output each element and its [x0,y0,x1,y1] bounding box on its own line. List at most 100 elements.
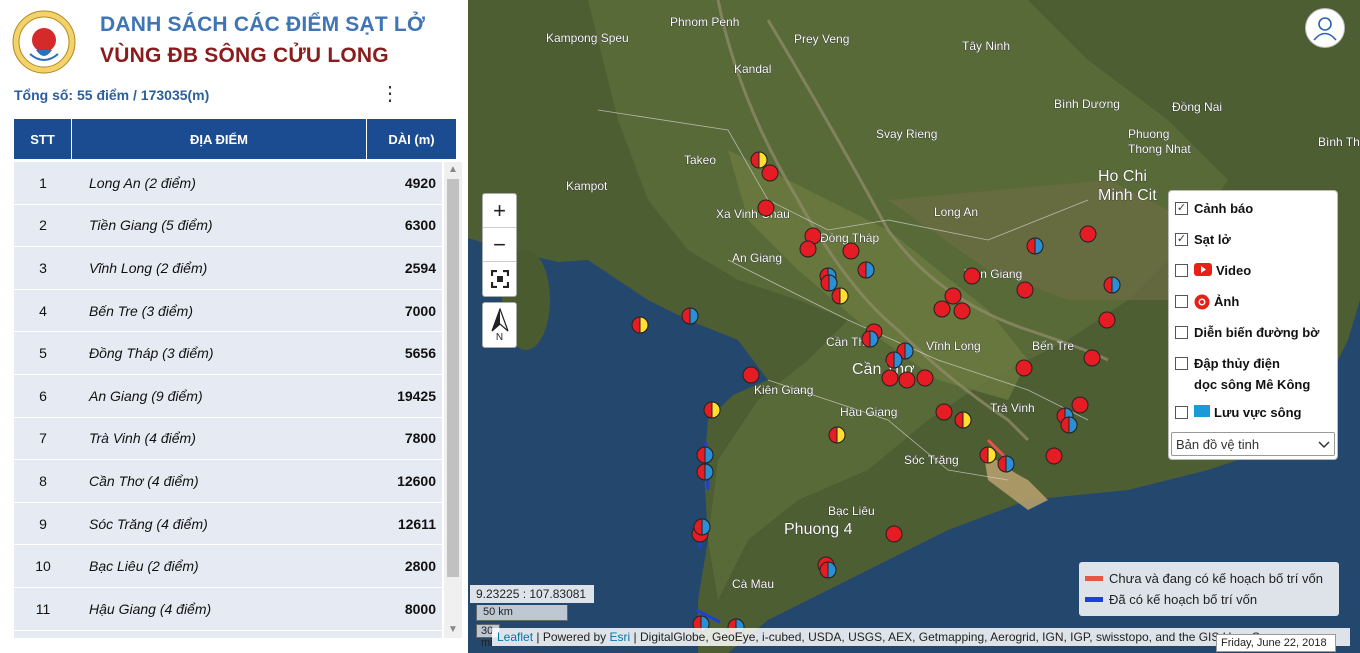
table-scrollbar[interactable]: ▲ ▼ [444,162,462,638]
svg-text:Đồng Nai: Đồng Nai [1172,100,1222,114]
row-location[interactable]: Sóc Trăng (4 điểm) [72,516,352,532]
svg-text:Svay Rieng: Svay Rieng [876,127,937,141]
row-length: 4920 [404,174,436,191]
camera-icon [1194,294,1210,313]
zoom-control: + − [482,193,517,297]
row-location[interactable]: Bến Tre (3 điểm) [72,303,352,319]
fullscreen-button[interactable] [483,262,516,296]
table-row[interactable]: 1 Long An (2 điểm) 4920 [14,162,442,205]
cursor-coordinates: 9.23225 : 107.83081 [470,585,594,603]
table-header: STT ĐỊA ĐIỂM DÀI (m) [14,119,456,159]
layer-toggle-shoreline[interactable]: Diễn biến đường bờ [1175,325,1337,356]
row-location[interactable]: Hậu Giang (4 điểm) [72,601,352,617]
table-row[interactable]: 11 Hậu Giang (4 điểm) 8000 [14,588,442,631]
scroll-thumb[interactable] [447,179,459,577]
row-stt: 9 [39,515,47,532]
svg-text:Bến Tre: Bến Tre [1032,339,1074,353]
svg-text:Phuong 4: Phuong 4 [784,521,853,538]
user-account-button[interactable] [1305,8,1345,48]
chevron-down-icon [1318,437,1330,452]
row-stt: 4 [39,302,47,319]
row-stt: 1 [39,174,47,191]
svg-text:Trà Vinh: Trà Vinh [990,401,1035,415]
row-length: 7800 [404,430,436,447]
legend-swatch-red [1085,576,1103,581]
row-location[interactable]: Tiền Giang (5 điểm) [72,217,352,233]
table-row[interactable]: 9 Sóc Trăng (4 điểm) 12611 [14,503,442,546]
svg-text:Kiên Giang: Kiên Giang [754,383,813,397]
column-header-stt[interactable]: STT [14,119,72,159]
table-row[interactable]: 6 An Giang (9 điểm) 19425 [14,375,442,418]
layer-toggle-video[interactable]: Video [1175,263,1337,294]
svg-text:Hậu Giang: Hậu Giang [840,405,897,419]
basemap-select[interactable]: Bản đồ vệ tinh [1171,432,1335,456]
row-location[interactable]: An Giang (9 điểm) [72,388,352,404]
checkbox-icon[interactable] [1175,406,1188,419]
table-row[interactable]: 5 Đồng Tháp (3 điểm) 5656 [14,332,442,375]
svg-text:Kampong Speu: Kampong Speu [546,31,629,45]
layer-toggle-landslide[interactable]: ✓ Sạt lở [1175,232,1337,263]
total-summary: Tổng số: 55 điểm / 173035(m) [14,87,210,103]
more-vertical-icon[interactable]: ⋮ [380,84,400,106]
svg-text:An Giang: An Giang [732,251,782,265]
svg-text:Phnom Penh: Phnom Penh [670,15,739,29]
column-header-length[interactable]: DÀI (m) [367,119,456,159]
north-arrow-button[interactable]: N [482,302,517,348]
svg-text:Vĩnh Long: Vĩnh Long [926,339,981,353]
row-location[interactable]: Bạc Liêu (2 điểm) [72,558,352,574]
scroll-down-icon[interactable]: ▼ [444,622,462,638]
row-stt: 7 [39,430,47,447]
row-stt: 11 [35,600,51,617]
layer-toggle-warning[interactable]: ✓ Cảnh báo [1175,201,1337,232]
layer-toggle-photo[interactable]: Ảnh [1175,294,1337,325]
svg-text:Phuong: Phuong [1128,127,1169,141]
svg-text:Takeo: Takeo [684,153,716,167]
table-row[interactable]: 7 Trà Vinh (4 điểm) 7800 [14,418,442,461]
row-location[interactable]: Vĩnh Long (2 điểm) [72,260,352,276]
checkbox-icon[interactable] [1175,295,1188,308]
checkbox-icon[interactable] [1175,326,1188,339]
row-stt: 6 [39,387,47,404]
table-row[interactable]: 10 Bạc Liêu (2 điểm) 2800 [14,545,442,588]
row-length: 12600 [397,472,436,489]
checkbox-icon[interactable] [1175,264,1188,277]
table-body: 1 Long An (2 điểm) 4920 2 Tiền Giang (5 điểm… [14,162,442,638]
panel-subtitle: VÙNG ĐB SÔNG CỬU LONG [100,44,389,67]
checkbox-icon[interactable] [1175,357,1188,370]
panel-title: DANH SÁCH CÁC ĐIỂM SẠT LỞ [100,13,426,36]
map-legend: Chưa và đang có kế hoạch bố trí vốn Đã c… [1079,562,1339,616]
row-length: 8000 [404,600,436,617]
row-stt: 5 [39,345,47,362]
legend-item-unfunded: Chưa và đang có kế hoạch bố trí vốn [1085,568,1333,589]
fullscreen-icon [490,270,509,288]
row-location[interactable]: Đồng Tháp (3 điểm) [72,345,352,361]
table-row[interactable]: 4 Bến Tre (3 điểm) 7000 [14,290,442,333]
svg-text:Kandal: Kandal [734,62,771,76]
zoom-out-button[interactable]: − [483,228,516,262]
basemap-select-value: Bản đồ vệ tinh [1176,436,1260,452]
row-stt: 10 [35,558,51,575]
north-arrow-icon [490,307,509,331]
row-stt: 2 [39,217,47,234]
leaflet-link[interactable]: Leaflet [497,630,533,644]
app-window: DANH SÁCH CÁC ĐIỂM SẠT LỞ VÙNG ĐB SÔNG C… [0,0,1360,653]
scale-bar-km: 50 km [476,605,568,621]
esri-link[interactable]: Esri [610,630,631,644]
column-header-location[interactable]: ĐỊA ĐIỂM [72,119,367,159]
checkbox-checked-icon[interactable]: ✓ [1175,233,1188,246]
table-row[interactable]: 8 Cần Thơ (4 điểm) 12600 [14,460,442,503]
scroll-up-icon[interactable]: ▲ [444,162,462,178]
row-length: 5656 [404,345,436,362]
svg-text:Bình Dương: Bình Dương [1054,97,1120,111]
checkbox-checked-icon[interactable]: ✓ [1175,202,1188,215]
row-location[interactable]: Cần Thơ (4 điểm) [72,473,352,489]
table-row[interactable]: 2 Tiền Giang (5 điểm) 6300 [14,205,442,248]
row-stt: 8 [39,472,47,489]
landslide-list-panel: DANH SÁCH CÁC ĐIỂM SẠT LỞ VÙNG ĐB SÔNG C… [0,0,468,653]
row-location[interactable]: Trà Vinh (4 điểm) [72,430,352,446]
svg-text:Tây Ninh: Tây Ninh [962,39,1010,53]
zoom-in-button[interactable]: + [483,194,516,228]
table-row[interactable]: 3 Vĩnh Long (2 điểm) 2594 [14,247,442,290]
row-location[interactable]: Long An (2 điểm) [72,175,352,191]
satellite-map[interactable]: Phnom Penh Kampong Speu Prey Veng Tây Ni… [468,0,1360,653]
